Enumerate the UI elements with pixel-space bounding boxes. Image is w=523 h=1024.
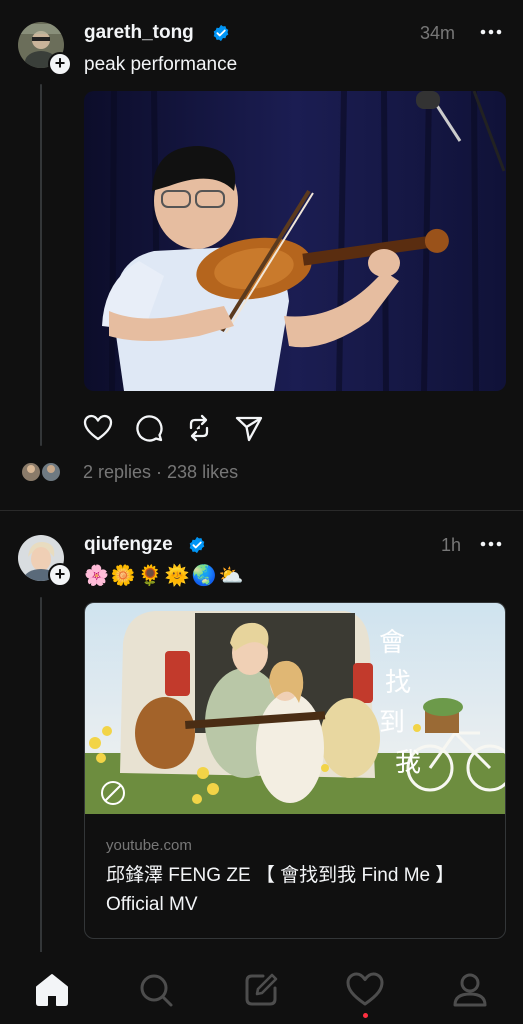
thread-post: + qiufengze 1h 🌸🌼🌻🌞🌏⛅ 會 找 到 我 youtube.co… — [0, 511, 523, 954]
more-icon[interactable] — [478, 534, 504, 554]
verified-badge-icon — [213, 24, 229, 42]
heart-icon[interactable] — [83, 413, 113, 443]
repost-icon[interactable] — [184, 413, 214, 443]
search-icon[interactable] — [136, 970, 176, 1010]
profile-icon[interactable] — [450, 970, 490, 1010]
activity-heart-icon[interactable] — [345, 970, 385, 1010]
post-time: 34m — [420, 23, 456, 43]
replies-likes-count[interactable]: 2 replies · 238 likes — [83, 462, 238, 483]
thumbnail-title-char: 找 — [385, 668, 411, 698]
reply-avatars — [20, 461, 62, 483]
thumbnail-title-char: 會 — [379, 628, 405, 658]
thumbnail-title-char: 到 — [379, 708, 405, 738]
post-image[interactable] — [84, 91, 506, 391]
thread-line — [40, 84, 42, 446]
follow-plus-icon[interactable]: + — [48, 52, 72, 76]
notification-dot — [363, 1013, 368, 1018]
username[interactable]: gareth_tong — [84, 22, 194, 44]
thread-post: + gareth_tong 34m peak performance 2 rep… — [0, 0, 523, 510]
verified-badge-icon — [189, 536, 205, 554]
link-domain: youtube.com — [106, 837, 192, 854]
video-thumbnail: 會 找 到 我 — [85, 603, 505, 814]
link-preview-card[interactable]: 會 找 到 我 youtube.com 邱鋒澤 FENG ZE 【 會找到我 F… — [84, 602, 506, 939]
comment-icon[interactable] — [134, 413, 164, 443]
more-icon[interactable] — [478, 22, 504, 42]
post-time: 1h — [441, 535, 462, 555]
home-icon[interactable] — [32, 970, 72, 1010]
post-text: 🌸🌼🌻🌞🌏⛅ — [84, 563, 246, 587]
compose-icon[interactable] — [241, 970, 281, 1010]
thread-line — [40, 597, 42, 954]
send-icon[interactable] — [234, 413, 264, 443]
bottom-tab-bar — [0, 952, 523, 1024]
link-title: 邱鋒澤 FENG ZE 【 會找到我 Find Me 】 Official MV — [106, 865, 455, 915]
username[interactable]: qiufengze — [84, 534, 173, 556]
post-text: peak performance — [84, 54, 238, 75]
thumbnail-title-char: 我 — [395, 748, 421, 778]
follow-plus-icon[interactable]: + — [48, 563, 72, 587]
